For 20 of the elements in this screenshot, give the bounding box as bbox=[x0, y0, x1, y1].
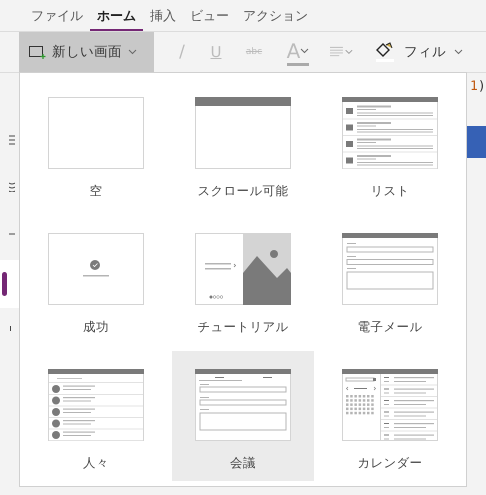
paint-bucket-icon bbox=[374, 42, 396, 62]
menu-tab[interactable]: ビュー bbox=[183, 2, 236, 31]
selection-indicator bbox=[2, 272, 7, 296]
menu-tab[interactable]: ファイル bbox=[24, 2, 90, 31]
dash-icon bbox=[9, 233, 15, 235]
menu-tab[interactable]: 挿入 bbox=[143, 2, 183, 31]
fill-button[interactable]: フィル bbox=[370, 42, 467, 62]
menu-tab[interactable]: アクション bbox=[236, 2, 315, 31]
list-icon bbox=[9, 135, 15, 145]
new-screen-button[interactable]: 新しい画面 bbox=[19, 32, 154, 72]
chevron-icon bbox=[128, 49, 137, 55]
screen-template-option[interactable]: 会議 bbox=[172, 351, 314, 481]
chevron-icon bbox=[454, 49, 463, 55]
selected-row-bar bbox=[467, 126, 486, 158]
wavy-lines-icon bbox=[9, 182, 15, 192]
tick-mark-icon bbox=[9, 326, 12, 331]
new-screen-icon bbox=[29, 45, 46, 59]
chevron-icon bbox=[300, 48, 310, 54]
formula-text: 1) bbox=[470, 79, 486, 94]
align-icon bbox=[330, 46, 354, 58]
